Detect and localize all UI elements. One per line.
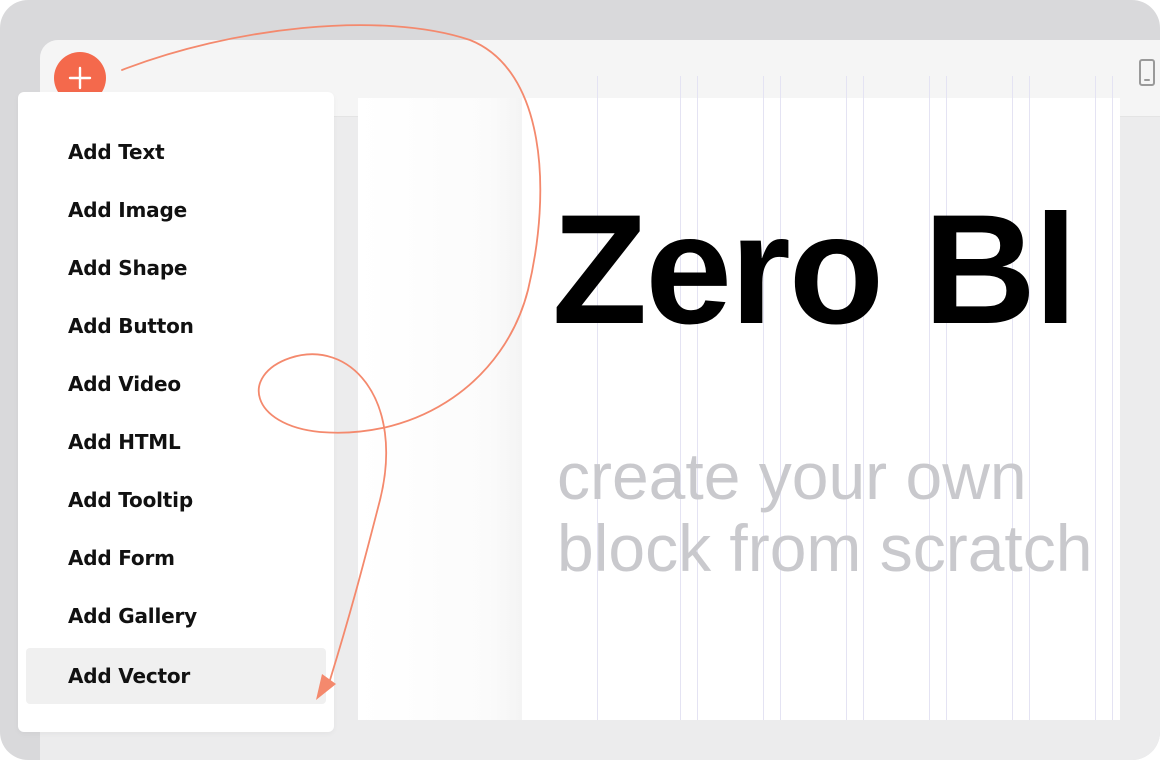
menu-item-label: Add Vector xyxy=(68,664,191,688)
menu-item-label: Add Button xyxy=(68,314,194,338)
grid-column-line xyxy=(680,76,681,720)
grid-column-line xyxy=(780,76,781,720)
menu-item-label: Add Tooltip xyxy=(68,488,193,512)
grid-column-line xyxy=(1112,76,1113,720)
menu-item-add-gallery[interactable]: Add Gallery xyxy=(26,588,326,644)
menu-item-add-shape[interactable]: Add Shape xyxy=(26,240,326,296)
grid-column-line xyxy=(946,76,947,720)
menu-item-add-button[interactable]: Add Button xyxy=(26,298,326,354)
subtitle-line-1: create your own xyxy=(557,439,1027,513)
mobile-device-icon[interactable] xyxy=(1138,58,1156,88)
menu-item-add-text[interactable]: Add Text xyxy=(26,124,326,180)
grid-column-line xyxy=(1095,76,1096,720)
grid-column-line xyxy=(929,76,930,720)
app-frame: Zero Bl create your own block from scrat… xyxy=(0,0,1160,760)
grid-column-line xyxy=(697,76,698,720)
grid-column-line xyxy=(846,76,847,720)
subtitle-line-2: block from scratch xyxy=(557,511,1093,585)
grid-column-line xyxy=(763,76,764,720)
add-element-menu: Add Text Add Image Add Shape Add Button … xyxy=(18,92,334,732)
grid-column-line xyxy=(1029,76,1030,720)
menu-item-add-html[interactable]: Add HTML xyxy=(26,414,326,470)
menu-item-label: Add Shape xyxy=(68,256,188,280)
menu-item-label: Add Image xyxy=(68,198,187,222)
menu-item-add-video[interactable]: Add Video xyxy=(26,356,326,412)
menu-item-add-tooltip[interactable]: Add Tooltip xyxy=(26,472,326,528)
canvas-title-text[interactable]: Zero Bl xyxy=(552,192,1077,348)
menu-item-add-form[interactable]: Add Form xyxy=(26,530,326,586)
grid-column-line xyxy=(863,76,864,720)
canvas-subtitle-text[interactable]: create your own block from scratch xyxy=(557,440,1092,584)
menu-item-label: Add HTML xyxy=(68,430,181,454)
canvas-margin xyxy=(358,98,522,720)
menu-item-label: Add Text xyxy=(68,140,165,164)
menu-item-label: Add Gallery xyxy=(68,604,197,628)
grid-column-line xyxy=(597,76,598,720)
menu-item-label: Add Form xyxy=(68,546,175,570)
menu-item-label: Add Video xyxy=(68,372,181,396)
grid-column-line xyxy=(1012,76,1013,720)
menu-item-add-vector[interactable]: Add Vector xyxy=(26,648,326,704)
menu-item-add-image[interactable]: Add Image xyxy=(26,182,326,238)
